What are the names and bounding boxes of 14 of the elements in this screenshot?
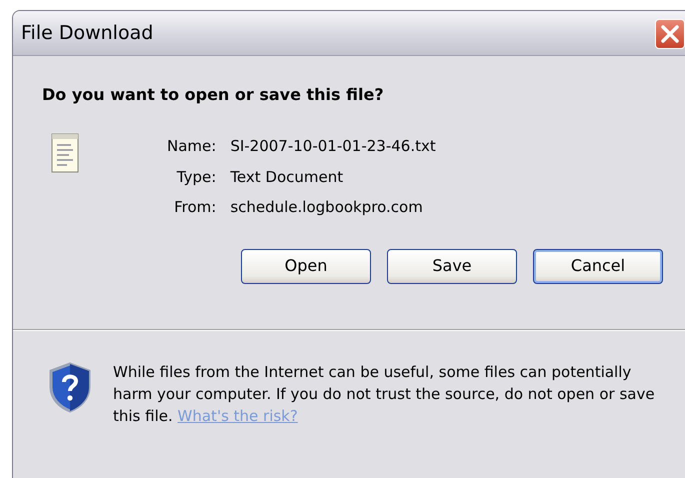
field-value: schedule.logbookpro.com <box>230 197 424 218</box>
field-label: Name: <box>167 136 216 157</box>
dialog-question: Do you want to open or save this file? <box>42 84 385 106</box>
window-title: File Download <box>21 20 154 46</box>
warning-text: While files from the Internet can be useful, some files can potentially harm your computer. If you do not trust the source, do not open or save this file. What's the risk? <box>113 362 656 426</box>
field-label: From: <box>173 197 216 218</box>
field-value: SI-2007-10-01-01-23-46.txt <box>230 136 436 157</box>
shield-question-icon <box>47 360 93 412</box>
field-label: Type: <box>176 166 216 188</box>
dialog-button[interactable]: Save <box>387 248 517 284</box>
dialog-button[interactable]: Open <box>241 248 371 284</box>
field-value: Text Document <box>230 166 344 188</box>
dialog-button[interactable]: Cancel <box>533 248 663 284</box>
close-button[interactable] <box>655 19 685 49</box>
